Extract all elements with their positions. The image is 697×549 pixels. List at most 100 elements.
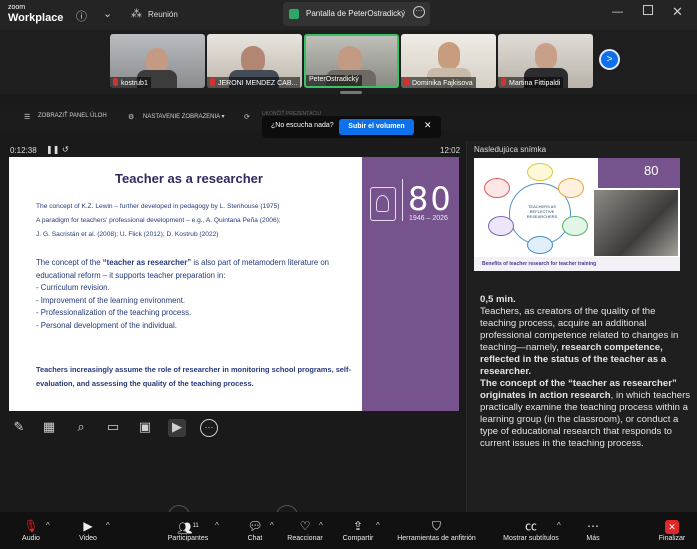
black-screen-icon[interactable]: ▭ <box>104 419 122 437</box>
maximize-button[interactable] <box>643 5 653 15</box>
end-presentation-icon: ⟳ <box>244 114 250 121</box>
diagram-node <box>558 178 584 198</box>
show-task-panel-button[interactable]: ZOBRAZIŤ PANEL ÚLOH <box>38 113 107 119</box>
more-label: Más <box>586 535 600 542</box>
video-button[interactable]: ▶︎ Video <box>73 519 103 542</box>
participant-name: Dominika Fajkisova <box>401 77 476 88</box>
task-panel-icon: ☰ <box>24 114 31 121</box>
audio-label: Audio <box>22 535 40 542</box>
chevron-down-icon[interactable]: ⌄ <box>103 7 112 20</box>
preview-caption: Benefits of teacher research for teacher… <box>482 261 597 267</box>
anniversary-number: 80 <box>408 180 453 218</box>
next-slide-preview[interactable]: 80 TEACHERS AS REFLECTIVE RESEARCHERS Be… <box>474 158 680 271</box>
subtitles-options-chevron-icon[interactable]: ^ <box>557 521 561 530</box>
slide-title: Teacher as a researcher <box>115 171 263 186</box>
diagram-node <box>562 216 588 236</box>
mic-off-icon: 🎙︎ <box>23 519 39 533</box>
participants-button[interactable]: 👥︎11 Participantes <box>163 519 213 542</box>
subtitles-button[interactable]: ㏄ Mostrar subtítulos <box>500 519 562 542</box>
university-sidebar: 80 1946 – 2026 <box>362 157 459 411</box>
pen-icon[interactable]: ✎ <box>10 419 28 437</box>
participant-video[interactable]: JERONI MENDEZ CAB... <box>207 34 302 88</box>
participant-strip: kostrub1 JERONI MENDEZ CAB... PeterOstra… <box>0 30 697 94</box>
bullet-item: Curriculum revision. <box>36 282 351 295</box>
camera-icon: ▶︎ <box>83 519 93 533</box>
current-slide: Teacher as a researcher The concept of K… <box>9 157 459 411</box>
participant-video[interactable]: Dominika Fajkisova <box>401 34 496 88</box>
view-settings-button[interactable]: NASTAVENIE ZOBRAZENIA ▾ <box>143 113 224 120</box>
bullet-item: Personal development of the individual. <box>36 320 351 333</box>
share-button[interactable]: ⇪ Compartir <box>338 519 378 542</box>
more-options-icon[interactable]: ··· <box>413 6 425 18</box>
subtitles-label: Mostrar subtítulos <box>503 535 559 542</box>
chat-options-chevron-icon[interactable]: ^ <box>270 521 274 530</box>
mic-muted-icon <box>210 78 215 86</box>
react-label: Reaccionar <box>287 535 323 542</box>
zoom-icon[interactable]: ⌕ <box>72 419 90 437</box>
video-options-chevron-icon[interactable]: ^ <box>106 521 110 530</box>
slide-bullets: Curriculum revision. Improvement of the … <box>36 282 351 332</box>
more-options-icon[interactable]: ··· <box>200 419 218 437</box>
subtitles-toggle-icon[interactable]: ▣ <box>136 419 154 437</box>
next-page-button[interactable]: > <box>599 49 620 70</box>
end-label: Finalizar <box>658 535 686 542</box>
info-icon[interactable]: ⓘ <box>76 8 87 24</box>
slide-references: The concept of K.Z. Lewin – further deve… <box>36 200 362 242</box>
anniversary-years: 1946 – 2026 <box>409 215 448 222</box>
divider <box>402 179 403 221</box>
video-label: Video <box>79 535 97 542</box>
active-speaker-video[interactable]: PeterOstradický <box>304 34 399 88</box>
participant-face <box>438 42 460 70</box>
reference-line: J. G. Sacristán et al. (2008); U. Flick … <box>36 231 219 238</box>
resize-handle[interactable] <box>340 91 362 94</box>
participant-name: JERONI MENDEZ CAB... <box>207 77 301 88</box>
notes-time: 0,5 min. <box>480 294 516 305</box>
participant-name: PeterOstradický <box>306 75 362 86</box>
participant-video[interactable]: Martina Fittipaldi <box>498 34 593 88</box>
preview-anniversary: 80 <box>644 163 659 178</box>
toast-close-icon[interactable]: ✕ <box>424 120 432 131</box>
university-crest-icon <box>370 187 396 221</box>
chat-icon: 💬︎ <box>247 519 263 533</box>
reference-line: The concept of K.Z. Lewin – further deve… <box>36 203 280 210</box>
participant-name: kostrub1 <box>110 77 151 88</box>
slide-grid-icon[interactable]: ▦ <box>40 419 58 437</box>
share-screen-icon: ⇪ <box>352 519 364 533</box>
more-button[interactable]: ⋯ Más <box>578 519 608 542</box>
host-tools-label: Herramientas de anfitrión <box>397 535 476 542</box>
close-button[interactable]: ✕ <box>672 4 683 20</box>
paragraph-text: The concept of the <box>36 258 103 267</box>
mic-muted-icon <box>404 78 409 86</box>
host-tools-button[interactable]: ⛉ Herramientas de anfitrión <box>389 519 484 542</box>
chat-label: Chat <box>247 535 263 542</box>
bullet-item: Improvement of the learning environment. <box>36 295 351 308</box>
settings-icon: ⚙ <box>128 114 135 121</box>
end-meeting-button[interactable]: ✕ Finalizar <box>652 519 692 542</box>
participant-video[interactable]: kostrub1 <box>110 34 205 88</box>
raise-volume-button[interactable]: Subir el volumen <box>339 119 414 135</box>
diagram-node <box>527 236 553 254</box>
speaker-notes: 0,5 min. Teachers, as creators of the qu… <box>480 294 692 450</box>
slide-emphasis: Teachers increasingly assume the role of… <box>36 365 351 388</box>
react-options-chevron-icon[interactable]: ^ <box>319 521 323 530</box>
audio-button[interactable]: 🎙︎ Audio <box>16 519 46 542</box>
share-options-chevron-icon[interactable]: ^ <box>376 521 380 530</box>
pause-icon[interactable]: ❚❚ <box>46 145 59 154</box>
reset-timer-icon[interactable]: ↺ <box>62 145 69 154</box>
camera-toggle-icon[interactable]: ▶ <box>168 419 186 437</box>
minimize-button[interactable]: — <box>612 6 623 18</box>
share-screen-icon <box>289 9 299 19</box>
chat-button[interactable]: 💬︎ Chat <box>240 519 270 542</box>
participant-name: Martina Fittipaldi <box>498 77 564 88</box>
diagram-node <box>484 178 510 198</box>
meeting-icon: ⁂ <box>131 8 142 20</box>
diagram-node <box>527 163 553 181</box>
shield-icon: ⛉ <box>431 519 441 533</box>
diagram-center: TEACHERS AS REFLECTIVE RESEARCHERS <box>526 204 558 219</box>
participants-options-chevron-icon[interactable]: ^ <box>215 521 219 530</box>
shared-screen-tab[interactable]: Pantalla de PeterOstradický <box>283 2 430 26</box>
diagram-node <box>488 216 514 236</box>
audio-options-chevron-icon[interactable]: ^ <box>46 521 50 530</box>
clock: 12:02 <box>440 146 461 155</box>
meeting-label[interactable]: Reunión <box>148 10 178 19</box>
